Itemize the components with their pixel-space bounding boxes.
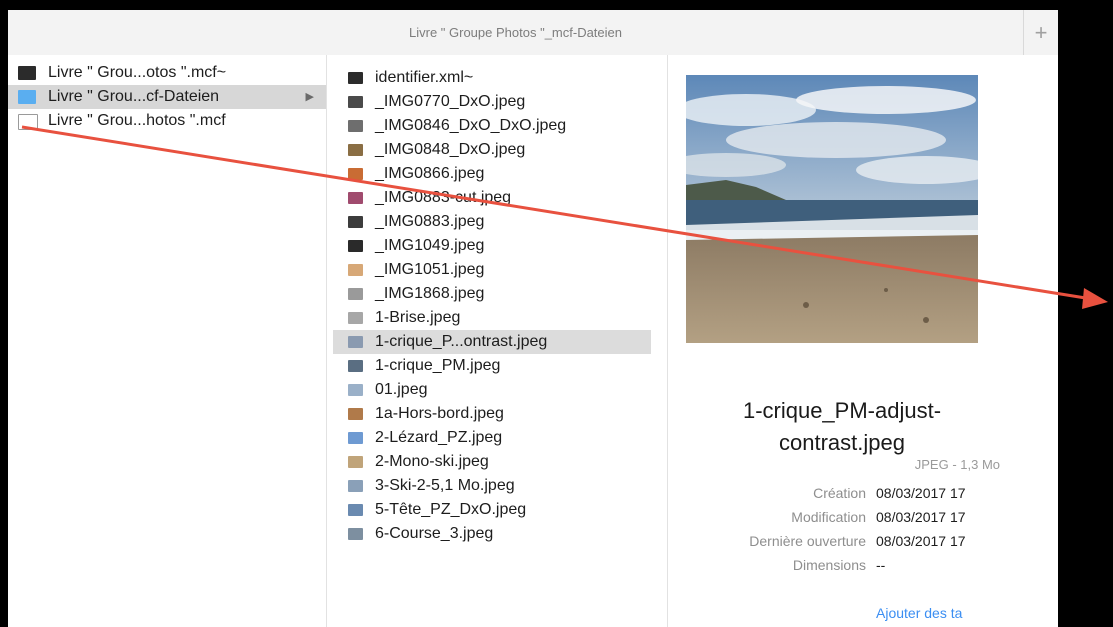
file-list-item[interactable]: _IMG1868.jpeg (333, 282, 651, 306)
file-list-item[interactable]: _IMG0883-cut.jpeg (333, 186, 651, 210)
parent-list-item[interactable]: Livre " Grou...otos ".mcf~ (8, 61, 326, 85)
image-thumbnail-icon (348, 360, 363, 372)
file-list-item[interactable]: _IMG0883.jpeg (333, 210, 651, 234)
image-thumbnail-icon (348, 336, 363, 348)
file-list-item[interactable]: 6-Course_3.jpeg (333, 522, 651, 546)
file-list-item[interactable]: 1-Brise.jpeg (333, 306, 651, 330)
file-list-item[interactable]: _IMG0866.jpeg (333, 162, 651, 186)
image-thumbnail-icon (348, 480, 363, 492)
image-thumbnail-icon (348, 528, 363, 540)
item-label: Livre " Grou...cf-Dateien (48, 88, 220, 105)
file-type-size: JPEG - 1,3 Mo (914, 457, 1000, 472)
info-label: Dimensions (792, 557, 866, 573)
title-bar: Livre " Groupe Photos "_mcf-Dateien + (8, 10, 1058, 56)
item-label: _IMG0846_DxO_DxO.jpeg (375, 117, 567, 134)
beach-photo (686, 75, 978, 343)
image-thumbnail-icon (348, 192, 363, 204)
image-thumbnail-icon (348, 408, 363, 420)
item-label: 2-Lézard_PZ.jpeg (375, 429, 503, 446)
image-thumbnail-icon (348, 216, 363, 228)
item-label: _IMG0848_DxO.jpeg (375, 141, 526, 158)
file-list-item[interactable]: 5-Tête_PZ_DxO.jpeg (333, 498, 651, 522)
file-list-item[interactable]: _IMG1049.jpeg (333, 234, 651, 258)
folder-icon (18, 90, 36, 104)
item-label: 6-Course_3.jpeg (375, 525, 494, 542)
black-document-icon (348, 72, 363, 84)
new-tab-button[interactable]: + (1023, 10, 1058, 55)
item-label: _IMG1868.jpeg (375, 285, 485, 302)
file-list-item[interactable]: _IMG0846_DxO_DxO.jpeg (333, 114, 651, 138)
item-label: 1-Brise.jpeg (375, 309, 461, 326)
info-value: -- (876, 557, 886, 573)
file-name-line-1: 1-crique_PM-adjust- (742, 398, 942, 423)
disclosure-arrow-icon: ▶ (305, 91, 314, 103)
image-thumbnail-icon (348, 288, 363, 300)
item-label: identifier.xml~ (375, 69, 474, 86)
add-tags-link[interactable]: Ajouter des ta (876, 605, 962, 621)
image-thumbnail-icon (348, 312, 363, 324)
item-label: _IMG1051.jpeg (375, 261, 485, 278)
image-thumbnail-icon (348, 264, 363, 276)
info-value: 08/03/2017 17 (876, 485, 966, 501)
image-thumbnail-icon (348, 168, 363, 180)
image-thumbnail-icon (348, 120, 363, 132)
file-list-item[interactable]: _IMG0770_DxO.jpeg (333, 90, 651, 114)
file-list-item[interactable]: 3-Ski-2-5,1 Mo.jpeg (333, 474, 651, 498)
file-list-item[interactable]: 1-crique_PM.jpeg (333, 354, 651, 378)
file-name: 1-crique_PM-adjust- contrast.jpeg (692, 395, 992, 459)
image-thumbnail-icon (348, 456, 363, 468)
item-label: _IMG0866.jpeg (375, 165, 485, 182)
image-preview (686, 75, 978, 343)
window-title: Livre " Groupe Photos "_mcf-Dateien (409, 25, 622, 40)
file-list-item[interactable]: 2-Lézard_PZ.jpeg (333, 426, 651, 450)
info-value: 08/03/2017 17 (876, 509, 966, 525)
item-label: Livre " Grou...otos ".mcf~ (48, 64, 227, 81)
preview-pane: 1-crique_PM-adjust- contrast.jpeg JPEG -… (668, 55, 1058, 627)
file-list-item[interactable]: _IMG0848_DxO.jpeg (333, 138, 651, 162)
info-label: Modification (791, 509, 866, 525)
image-thumbnail-icon (348, 96, 363, 108)
item-label: _IMG0883.jpeg (375, 213, 485, 230)
file-name-line-2: contrast.jpeg (779, 430, 905, 455)
file-list-item[interactable]: 1a-Hors-bord.jpeg (333, 402, 651, 426)
image-thumbnail-icon (348, 504, 363, 516)
finder-window: Livre " Groupe Photos "_mcf-Dateien + Li… (8, 10, 1058, 627)
black-document-icon (18, 66, 36, 80)
item-label: _IMG1049.jpeg (375, 237, 485, 254)
item-label: _IMG0770_DxO.jpeg (375, 93, 526, 110)
info-label: Dernière ouverture (749, 533, 866, 549)
file-list-item[interactable]: _IMG1051.jpeg (333, 258, 651, 282)
column-folder-contents: identifier.xml~ _IMG0770_DxO.jpeg _IMG0846… (327, 55, 976, 627)
parent-list-item[interactable]: Livre " Grou...hotos ".mcf (8, 109, 326, 133)
image-thumbnail-icon (348, 432, 363, 444)
item-label: 3-Ski-2-5,1 Mo.jpeg (375, 477, 515, 494)
item-label: 01.jpeg (375, 381, 428, 398)
item-label: 2-Mono-ski.jpeg (375, 453, 489, 470)
file-list-item[interactable]: 1-crique_P...ontrast.jpeg (333, 330, 651, 354)
info-label: Création (813, 485, 866, 501)
item-label: 1-crique_PM.jpeg (375, 357, 501, 374)
item-label: _IMG0883-cut.jpeg (375, 189, 512, 206)
file-list-item[interactable]: identifier.xml~ (333, 66, 651, 90)
image-thumbnail-icon (348, 384, 363, 396)
item-label: Livre " Grou...hotos ".mcf (48, 112, 226, 129)
item-label: 1-crique_P...ontrast.jpeg (375, 333, 548, 350)
item-label: 5-Tête_PZ_DxO.jpeg (375, 501, 527, 518)
info-value: 08/03/2017 17 (876, 533, 966, 549)
file-list-item[interactable]: 2-Mono-ski.jpeg (333, 450, 651, 474)
image-thumbnail-icon (348, 144, 363, 156)
image-thumbnail-icon (348, 240, 363, 252)
file-list-item[interactable]: 01.jpeg (333, 378, 651, 402)
blank-document-icon (18, 114, 38, 130)
item-label: 1a-Hors-bord.jpeg (375, 405, 504, 422)
parent-list-item[interactable]: Livre " Grou...cf-Dateien ▶ (8, 85, 326, 109)
column-parent: Livre " Grou...otos ".mcf~ Livre " Grou..… (8, 55, 327, 627)
